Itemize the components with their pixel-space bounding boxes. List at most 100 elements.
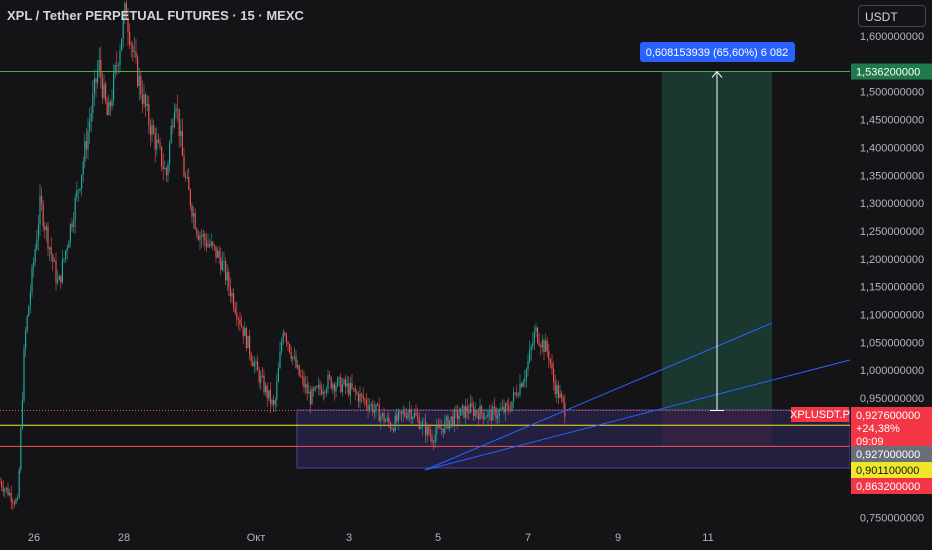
- candle-body: [52, 254, 54, 262]
- candle-body: [273, 400, 275, 405]
- candle-body: [228, 272, 230, 287]
- candle-body: [258, 370, 260, 383]
- candle-body: [325, 389, 327, 393]
- candle-body: [513, 392, 515, 402]
- candle-body: [433, 442, 435, 443]
- candle-body: [185, 176, 187, 178]
- candle-body: [261, 375, 263, 377]
- candle-body: [345, 379, 347, 387]
- candle-body: [252, 360, 254, 367]
- candle-body: [316, 386, 318, 388]
- candle-body: [49, 247, 51, 250]
- candle-body: [0, 481, 1, 483]
- candle-body: [266, 385, 268, 398]
- candle-body: [101, 77, 103, 98]
- candle-body: [311, 388, 313, 405]
- symbol-tag: XPLUSDT.P: [790, 409, 850, 421]
- candle-body: [213, 244, 215, 247]
- red-level-tag-text: 0,863200000: [856, 481, 920, 493]
- candle-body: [21, 400, 23, 429]
- candle-body: [362, 395, 364, 400]
- price-tick: 1,450000000: [860, 115, 924, 127]
- candle-body: [76, 190, 78, 198]
- candle-body: [90, 112, 92, 122]
- candle-body: [468, 411, 470, 414]
- candle-body: [81, 174, 83, 189]
- candle-body: [106, 101, 108, 116]
- candle-body: [332, 384, 334, 389]
- price-tick: 1,350000000: [860, 170, 924, 182]
- candle-body: [237, 319, 239, 320]
- candle-body: [249, 335, 251, 355]
- candle-body: [537, 327, 539, 343]
- candle-body: [337, 378, 339, 387]
- candle-body: [370, 404, 372, 406]
- candle-body: [98, 59, 100, 70]
- time-tick: 5: [435, 532, 441, 544]
- candle-body: [465, 406, 467, 418]
- candle-body: [220, 257, 222, 271]
- currency-button[interactable]: USDT: [858, 5, 926, 27]
- candle-body: [199, 235, 201, 240]
- candle-body: [516, 392, 518, 396]
- candle-body: [135, 51, 137, 58]
- candle-body: [321, 389, 323, 395]
- time-tick: 7: [525, 532, 531, 544]
- candle-body: [385, 420, 387, 422]
- candle-body: [116, 65, 118, 67]
- candle-body: [290, 352, 292, 359]
- candle-body: [77, 190, 79, 192]
- candle-body: [297, 365, 299, 368]
- candle-body: [561, 393, 563, 398]
- candle-body: [194, 212, 196, 229]
- candle-body: [271, 400, 273, 404]
- candle-body: [428, 426, 430, 434]
- candle-body: [58, 275, 60, 281]
- candle-body: [372, 404, 374, 413]
- candle-body: [421, 421, 423, 428]
- candle-body: [348, 383, 350, 396]
- candle-body: [60, 275, 62, 283]
- candle-body: [164, 168, 166, 170]
- candle-body: [34, 249, 36, 263]
- candle-body: [255, 361, 257, 364]
- chart-container[interactable]: 0,608153939 (65,60%) 6 082 1,600000000 1,5…: [0, 0, 932, 550]
- candle-body: [490, 409, 492, 421]
- candle-body: [309, 391, 311, 405]
- candle-body: [346, 383, 348, 387]
- candle-body: [257, 361, 259, 371]
- candle-body: [250, 354, 252, 361]
- candle-body: [285, 335, 287, 342]
- candle-body: [130, 44, 132, 46]
- candle-body: [223, 261, 225, 262]
- candle-body: [457, 410, 459, 420]
- candle-body: [138, 76, 140, 86]
- candle-body: [369, 405, 371, 410]
- candle-body: [287, 341, 289, 344]
- candle-body: [170, 125, 172, 143]
- candle-body: [47, 226, 49, 250]
- yellow-level-tag-text: 0,901100000: [856, 465, 919, 477]
- candle-body: [205, 240, 207, 247]
- symbol-title: XPL / Tether PERPETUAL FUTURES · 15 · ME…: [7, 8, 304, 23]
- candle-body: [532, 342, 534, 347]
- candle-body: [305, 384, 307, 388]
- price-chart[interactable]: 0,608153939 (65,60%) 6 082 1,600000000 1,5…: [0, 0, 932, 550]
- candle-body: [471, 403, 473, 407]
- candle-body: [436, 425, 438, 435]
- candle-body: [244, 328, 246, 337]
- candle-body: [25, 331, 27, 349]
- candle-body: [458, 415, 460, 420]
- candle-body: [298, 365, 300, 376]
- candle-body: [292, 356, 294, 359]
- price-tick: 1,000000000: [860, 365, 924, 377]
- candle-body: [186, 177, 188, 179]
- candle-body: [329, 375, 331, 378]
- candle-body: [397, 411, 399, 422]
- candle-body: [92, 93, 94, 113]
- time-tick: 11: [702, 532, 713, 544]
- candle-body: [55, 260, 57, 283]
- candle-body: [401, 411, 403, 414]
- candle-body: [188, 177, 190, 190]
- candle-body: [429, 433, 431, 437]
